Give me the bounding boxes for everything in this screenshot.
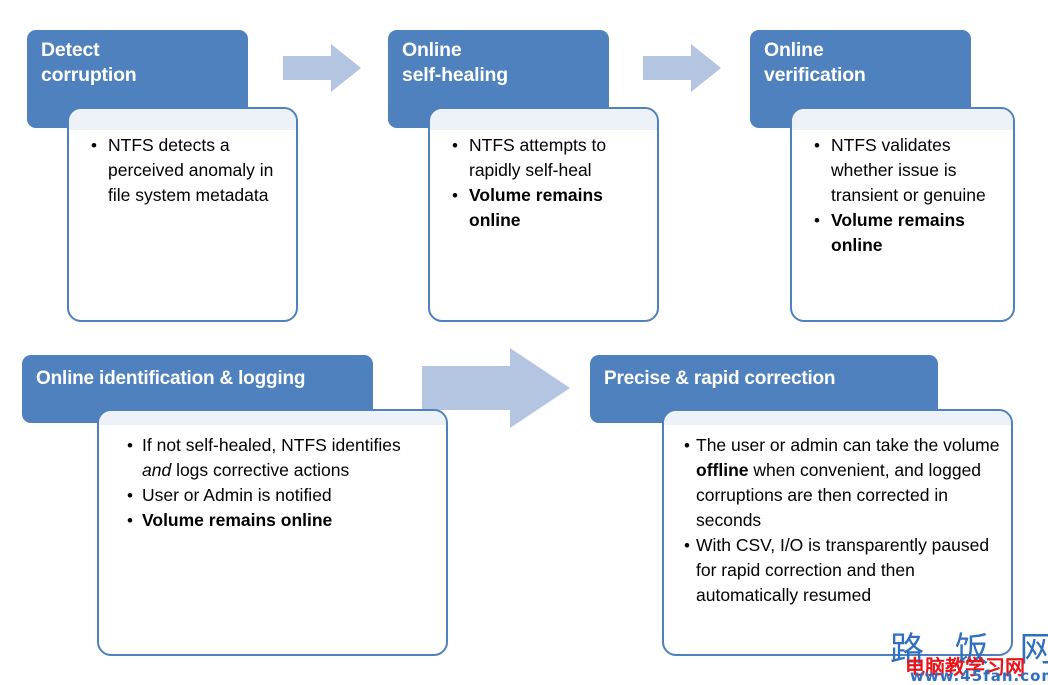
bullet-item: NTFS attempts to rapidly self-heal	[452, 133, 647, 183]
bullet-text: User or Admin is notified	[142, 485, 332, 505]
bullet-item: NTFS validates whether issue is transien…	[814, 133, 1005, 208]
bullet-item: Volume remains online	[814, 208, 1005, 258]
bullet-list: NTFS attempts to rapidly self-heal Volum…	[430, 109, 657, 233]
bullet-text: With CSV, I/O is transparently paused fo…	[696, 535, 990, 605]
bullet-text: The user or admin can take the volume of…	[696, 435, 1000, 530]
bullet-text: NTFS validates whether issue is transien…	[831, 135, 986, 205]
step-header-label: Detect corruption	[41, 39, 137, 86]
bullet-item: The user or admin can take the volume of…	[684, 433, 1001, 533]
step-card-precise-rapid-correction: The user or admin can take the volume of…	[662, 409, 1013, 656]
bullet-text: If not self-healed, NTFS identifies and …	[142, 435, 401, 480]
bullet-item: User or Admin is notified	[127, 483, 434, 508]
bullet-text: Volume remains online	[831, 210, 965, 255]
bullet-item: Volume remains online	[452, 183, 647, 233]
step-card-online-verification: NTFS validates whether issue is transien…	[790, 107, 1015, 322]
step-header-label: Online self-healing	[402, 39, 508, 86]
step-header-label: Online identification & logging	[36, 368, 306, 389]
bullet-item: NTFS detects a perceived anomaly in file…	[91, 133, 284, 208]
bullet-text: NTFS attempts to rapidly self-heal	[469, 135, 607, 180]
bullet-item: Volume remains online	[127, 508, 434, 533]
step-header-label: Online verification	[764, 39, 866, 86]
diagram-canvas: Detect corruption NTFS detects a perceiv…	[0, 0, 1048, 685]
bullet-list: The user or admin can take the volume of…	[664, 411, 1011, 608]
bullet-list: If not self-healed, NTFS identifies and …	[99, 411, 446, 533]
bullet-list: NTFS validates whether issue is transien…	[792, 109, 1013, 258]
step-card-online-self-healing: NTFS attempts to rapidly self-heal Volum…	[428, 107, 659, 322]
step-card-detect-corruption: NTFS detects a perceived anomaly in file…	[67, 107, 298, 322]
bullet-text: Volume remains online	[469, 185, 603, 230]
watermark-url-text: www.45fan.com	[910, 667, 1048, 685]
step-header-label: Precise & rapid correction	[604, 368, 836, 389]
arrow-2-icon	[643, 44, 721, 92]
bullet-item: With CSV, I/O is transparently paused fo…	[684, 533, 1001, 608]
bullet-item: If not self-healed, NTFS identifies and …	[127, 433, 434, 483]
step-card-online-identification-logging: If not self-healed, NTFS identifies and …	[97, 409, 448, 656]
arrow-1-icon	[283, 44, 361, 92]
bullet-list: NTFS detects a perceived anomaly in file…	[69, 109, 296, 208]
bullet-text: Volume remains online	[142, 510, 333, 530]
watermark-url: www.45fan.com	[910, 667, 1048, 685]
bullet-text: NTFS detects a perceived anomaly in file…	[108, 135, 274, 205]
